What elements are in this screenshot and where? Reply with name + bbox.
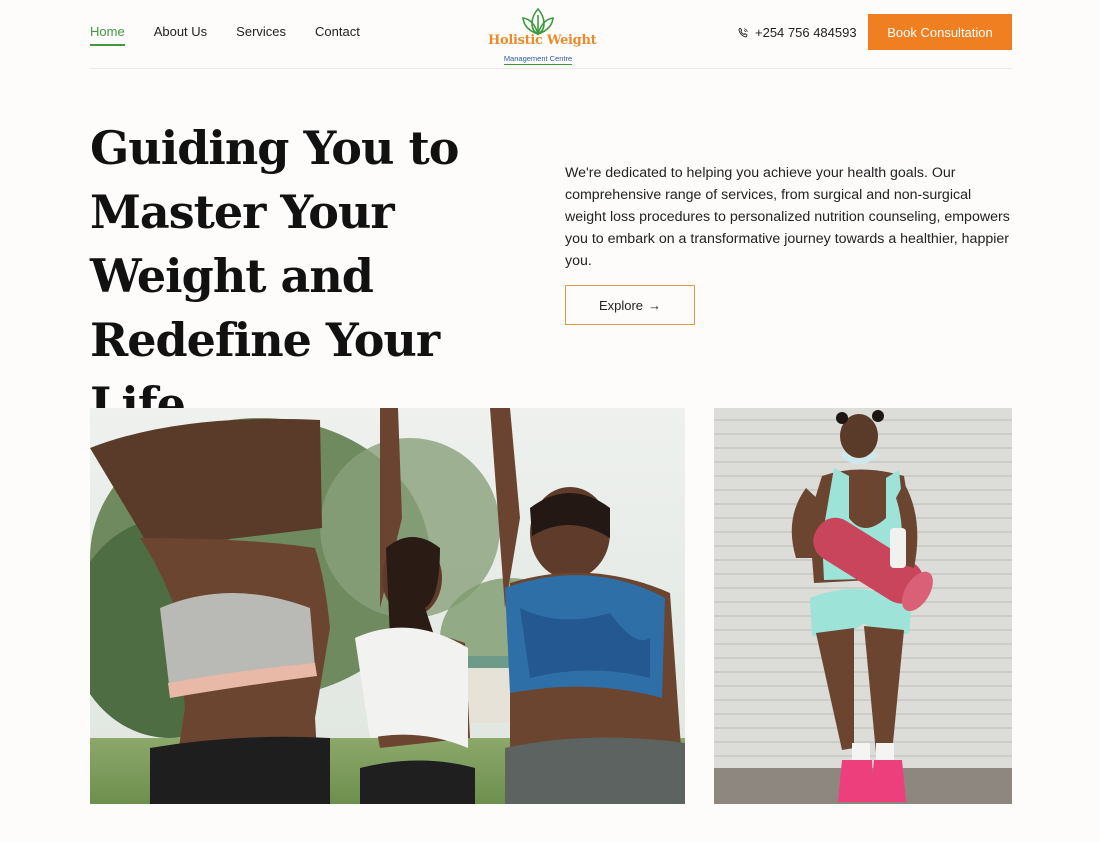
- group-workout-photo: [90, 408, 685, 804]
- phone-icon: [738, 27, 748, 37]
- woman-with-yoga-mat-photo: [714, 408, 1012, 804]
- phone-contact[interactable]: +254 756 484593: [737, 25, 857, 40]
- main-nav: Home About Us Services Contact: [90, 24, 360, 46]
- nav-item-about-us[interactable]: About Us: [154, 24, 207, 46]
- book-consultation-button[interactable]: Book Consultation: [868, 14, 1012, 50]
- explore-button-label: Explore: [598, 297, 644, 313]
- phone-number: +254 756 484593: [755, 25, 857, 40]
- arrow-right-icon: →: [648, 297, 662, 313]
- hero-title: Guiding You to Master Your Weight and Re…: [90, 121, 459, 431]
- logo-subtitle: Management Centre: [503, 54, 573, 65]
- nav-item-contact[interactable]: Contact: [315, 24, 360, 46]
- leaf-logo-icon: [522, 7, 554, 36]
- site-logo[interactable]: Holistic Weight Management Centre: [488, 6, 597, 65]
- hero-description: We're dedicated to helping you achieve y…: [565, 165, 1010, 269]
- logo-title: Holistic Weight: [488, 33, 597, 48]
- explore-button[interactable]: Explore →: [565, 285, 695, 325]
- site-header: Home About Us Services Contact Holistic …: [90, 0, 1012, 69]
- nav-item-services[interactable]: Services: [236, 24, 286, 46]
- nav-item-home[interactable]: Home: [90, 24, 125, 46]
